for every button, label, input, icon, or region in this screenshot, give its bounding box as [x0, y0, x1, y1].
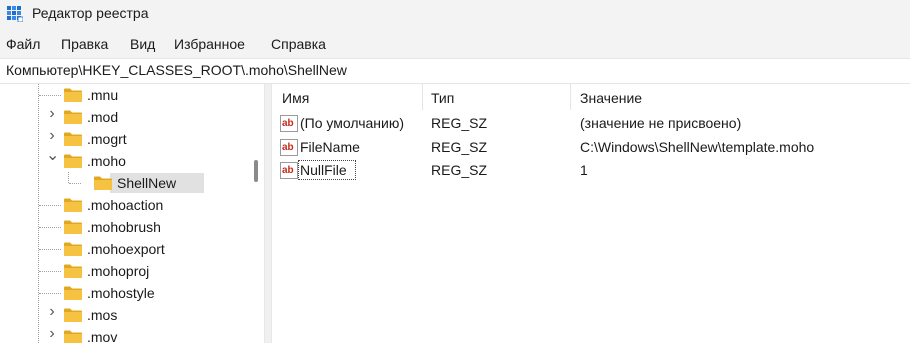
folder-icon: [64, 132, 82, 146]
values-list-pane[interactable]: Имя Тип Значение ab (По умолчанию) REG_SZ (…: [272, 84, 910, 343]
tree-item[interactable]: .mohobrush: [0, 216, 248, 238]
tree-scrollbar-thumb[interactable]: [254, 160, 258, 182]
chevron-right-icon[interactable]: ›: [46, 128, 58, 144]
value-data: (значение не присвоено): [580, 115, 742, 131]
tree-item[interactable]: .mohoexport: [0, 238, 248, 260]
tree-item[interactable]: .mohostyle: [0, 282, 248, 304]
address-bar[interactable]: Компьютер\HKEY_CLASSES_ROOT\.moho\ShellN…: [0, 58, 910, 84]
column-separator[interactable]: [570, 84, 571, 110]
tree-item[interactable]: › .mogrt: [0, 128, 248, 150]
folder-icon: [64, 154, 82, 168]
tree-item[interactable]: .mohoaction: [0, 194, 248, 216]
folder-icon: [94, 176, 112, 190]
string-value-icon: ab: [280, 162, 298, 179]
tree-item-label: .mohobrush: [87, 219, 161, 235]
tree-item-label: .mohoproj: [87, 263, 150, 279]
menu-file[interactable]: Файл: [6, 36, 40, 52]
value-name: NullFile: [300, 162, 347, 178]
value-name: (По умолчанию): [300, 115, 405, 131]
tree-connector-line: [39, 205, 61, 206]
column-header-value[interactable]: Значение: [580, 90, 642, 106]
tree-item[interactable]: .mnu: [0, 84, 248, 106]
svg-text:ab: ab: [282, 142, 294, 153]
address-path[interactable]: Компьютер\HKEY_CLASSES_ROOT\.moho\ShellN…: [6, 62, 347, 78]
tree-item[interactable]: ShellNew: [0, 172, 248, 194]
folder-icon: [64, 88, 82, 102]
folder-icon: [64, 242, 82, 256]
key-tree-pane[interactable]: .mnu › .mod › .mogrt ⌄ .moho ShellNew .mohoactio…: [0, 84, 264, 343]
value-type: REG_SZ: [431, 115, 488, 131]
menu-help[interactable]: Справка: [271, 36, 326, 52]
pane-splitter[interactable]: [264, 84, 272, 343]
value-name: FileName: [300, 138, 360, 155]
tree-connector-line: [69, 183, 81, 184]
tree-item[interactable]: › .mov: [0, 326, 248, 343]
menu-favorites[interactable]: Избранное: [174, 36, 245, 52]
value-data: C:\Windows\ShellNew\template.moho: [580, 138, 815, 155]
folder-icon: [64, 110, 82, 124]
tree-item-label: .mod: [87, 109, 119, 125]
string-value-icon: ab: [280, 138, 298, 156]
tree-connector-line: [39, 271, 61, 272]
tree-scrollbar[interactable]: [250, 84, 262, 343]
value-type: REG_SZ: [431, 162, 488, 178]
tree-item[interactable]: .mohoproj: [0, 260, 248, 282]
tree-connector-line: [39, 293, 61, 294]
column-header-name[interactable]: Имя: [282, 90, 309, 106]
chevron-right-icon[interactable]: ›: [46, 304, 58, 320]
tree-item-label: .mos: [87, 307, 118, 323]
value-data: 1: [580, 162, 588, 178]
svg-text:ab: ab: [282, 118, 294, 129]
folder-icon: [64, 264, 82, 278]
value-type: REG_SZ: [431, 138, 488, 155]
tree-item-label: .mnu: [87, 87, 119, 103]
menu-edit[interactable]: Правка: [61, 36, 108, 52]
value-row[interactable]: ab (По умолчанию) REG_SZ (значение не присв…: [272, 112, 910, 135]
folder-icon: [64, 198, 82, 212]
registry-editor-window: Редактор реестра Файл Правка Вид Избранн…: [0, 0, 910, 343]
column-separator[interactable]: [422, 84, 423, 110]
chevron-right-icon[interactable]: ›: [46, 106, 58, 122]
svg-text:ab: ab: [282, 165, 294, 176]
tree-item-label: ShellNew: [117, 175, 177, 191]
chevron-down-icon[interactable]: ⌄: [46, 148, 59, 164]
tree-item-label: .mohostyle: [87, 285, 155, 301]
tree-item-label: .mogrt: [87, 131, 127, 147]
folder-icon: [64, 286, 82, 300]
string-value-icon: ab: [280, 115, 298, 132]
tree-item[interactable]: ⌄ .moho: [0, 148, 248, 172]
title-bar: Редактор реестра: [0, 0, 910, 28]
column-header-type[interactable]: Тип: [431, 90, 454, 106]
tree-connector-line: [39, 227, 61, 228]
tree-item[interactable]: › .mos: [0, 304, 248, 326]
tree-connector-line: [39, 249, 61, 250]
tree-item-label: .mohoexport: [87, 241, 165, 257]
tree-item-label: .moho: [87, 153, 126, 169]
registry-editor-app-icon: [7, 6, 23, 22]
menu-bar: Файл Правка Вид Избранное Справка: [0, 32, 910, 56]
tree-item-label: .mov: [87, 329, 118, 343]
value-row[interactable]: ab FileName REG_SZ C:\Windows\ShellNew\temp…: [272, 136, 910, 159]
value-row[interactable]: ab NullFile REG_SZ 1: [272, 159, 910, 182]
menu-view[interactable]: Вид: [130, 36, 155, 52]
tree-item-label: .mohoaction: [87, 197, 164, 213]
chevron-right-icon[interactable]: ›: [46, 326, 58, 342]
folder-icon: [64, 330, 82, 343]
tree-item[interactable]: › .mod: [0, 106, 248, 128]
tree-connector-line: [39, 95, 61, 96]
window-title: Редактор реестра: [32, 5, 149, 21]
folder-icon: [64, 220, 82, 234]
folder-icon: [64, 308, 82, 322]
